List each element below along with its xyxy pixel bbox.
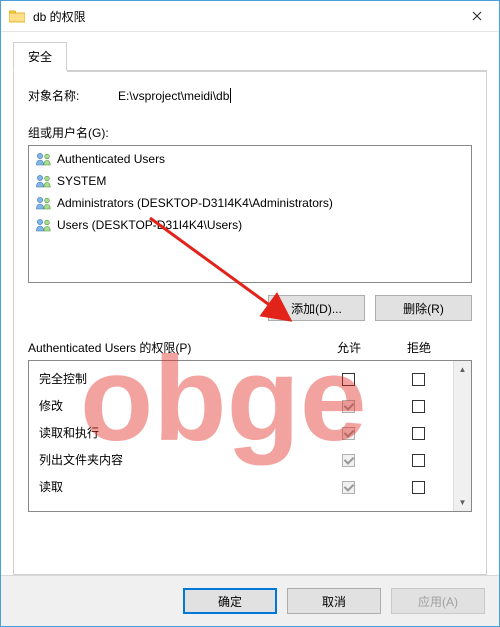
- permission-allow-cell: [313, 425, 383, 439]
- text-cursor: [230, 88, 231, 103]
- list-item[interactable]: Administrators (DESKTOP-D31I4K4\Administ…: [29, 192, 471, 214]
- content-area: 安全 对象名称: E:\vsproject\meidi\db 组或用户名(G):…: [1, 32, 499, 575]
- permission-row: 修改: [29, 392, 453, 419]
- permission-allow-checkbox: [342, 400, 355, 413]
- properties-window: db 的权限 安全 对象名称: E:\vsproject\meidi\db 组或…: [0, 0, 500, 627]
- permission-deny-checkbox[interactable]: [412, 454, 425, 467]
- tabstrip: 安全: [13, 42, 487, 71]
- permissions-header: Authenticated Users 的权限(P) 允许 拒绝: [28, 339, 472, 356]
- scroll-up-button[interactable]: ▲: [454, 361, 471, 378]
- permission-name: 修改: [39, 397, 313, 414]
- permission-allow-cell: [313, 371, 383, 385]
- permission-allow-checkbox: [342, 481, 355, 494]
- permission-allow-checkbox: [342, 427, 355, 440]
- scroll-track[interactable]: [454, 378, 471, 494]
- permissions-scrollbar[interactable]: ▲ ▼: [453, 361, 471, 511]
- cancel-button[interactable]: 取消: [287, 588, 381, 614]
- list-item-label: Administrators (DESKTOP-D31I4K4\Administ…: [57, 194, 333, 212]
- permission-deny-cell: [383, 371, 453, 385]
- permission-name: 读取和执行: [39, 424, 313, 441]
- users-group-icon: [35, 218, 53, 232]
- list-item-label: Users (DESKTOP-D31I4K4\Users): [57, 216, 242, 234]
- permission-row: 列出文件夹内容: [29, 446, 453, 473]
- window-title: db 的权限: [33, 8, 454, 25]
- users-group-icon: [35, 152, 53, 166]
- object-path: E:\vsproject\meidi\db: [118, 89, 229, 103]
- ok-button[interactable]: 确定: [183, 588, 277, 614]
- permission-name: 完全控制: [39, 370, 313, 387]
- list-item-label: SYSTEM: [57, 172, 106, 190]
- scroll-down-button[interactable]: ▼: [454, 494, 471, 511]
- permission-name: 列出文件夹内容: [39, 451, 313, 468]
- group-buttons-row: 添加(D)... 删除(R): [28, 295, 472, 321]
- permission-allow-checkbox: [342, 454, 355, 467]
- users-group-icon: [35, 196, 53, 210]
- list-item[interactable]: Users (DESKTOP-D31I4K4\Users): [29, 214, 471, 236]
- permission-deny-cell: [383, 398, 453, 412]
- dialog-footer: 确定 取消 应用(A): [1, 575, 499, 626]
- titlebar: db 的权限: [1, 1, 499, 32]
- permission-row: 读取和执行: [29, 419, 453, 446]
- permissions-col-deny: 拒绝: [384, 339, 454, 356]
- tab-body: 对象名称: E:\vsproject\meidi\db 组或用户名(G): Au…: [13, 70, 487, 575]
- permission-deny-checkbox[interactable]: [412, 373, 425, 386]
- permissions-table: 完全控制修改读取和执行列出文件夹内容读取 ▲ ▼: [28, 360, 472, 512]
- permission-row: 完全控制: [29, 365, 453, 392]
- permission-deny-checkbox[interactable]: [412, 481, 425, 494]
- permission-deny-cell: [383, 479, 453, 493]
- object-row: 对象名称: E:\vsproject\meidi\db: [28, 87, 472, 104]
- tabstrip-line: [67, 43, 487, 72]
- remove-button[interactable]: 删除(R): [375, 295, 472, 321]
- groups-listbox[interactable]: Authenticated Users SYSTEM Administrators …: [28, 145, 472, 283]
- groups-label: 组或用户名(G):: [28, 124, 472, 141]
- users-group-icon: [35, 174, 53, 188]
- permission-deny-checkbox[interactable]: [412, 427, 425, 440]
- permissions-col-allow: 允许: [314, 339, 384, 356]
- permission-allow-cell: [313, 479, 383, 493]
- apply-button[interactable]: 应用(A): [391, 588, 485, 614]
- permission-deny-checkbox[interactable]: [412, 400, 425, 413]
- add-button[interactable]: 添加(D)...: [268, 295, 365, 321]
- tab-security[interactable]: 安全: [13, 42, 67, 71]
- permission-deny-cell: [383, 425, 453, 439]
- permission-allow-cell: [313, 452, 383, 466]
- permission-name: 读取: [39, 478, 313, 495]
- list-item[interactable]: SYSTEM: [29, 170, 471, 192]
- object-label: 对象名称:: [28, 87, 118, 104]
- list-item[interactable]: Authenticated Users: [29, 148, 471, 170]
- object-value-wrap: E:\vsproject\meidi\db: [118, 88, 472, 103]
- permissions-rows: 完全控制修改读取和执行列出文件夹内容读取: [29, 361, 453, 511]
- permission-deny-cell: [383, 452, 453, 466]
- permission-allow-checkbox[interactable]: [342, 373, 355, 386]
- permission-row: 读取: [29, 473, 453, 500]
- permissions-col-spacer: [454, 339, 472, 356]
- close-button[interactable]: [454, 1, 499, 31]
- list-item-label: Authenticated Users: [57, 150, 165, 168]
- permission-allow-cell: [313, 398, 383, 412]
- permissions-header-label: Authenticated Users 的权限(P): [28, 339, 314, 356]
- folder-icon: [9, 9, 25, 23]
